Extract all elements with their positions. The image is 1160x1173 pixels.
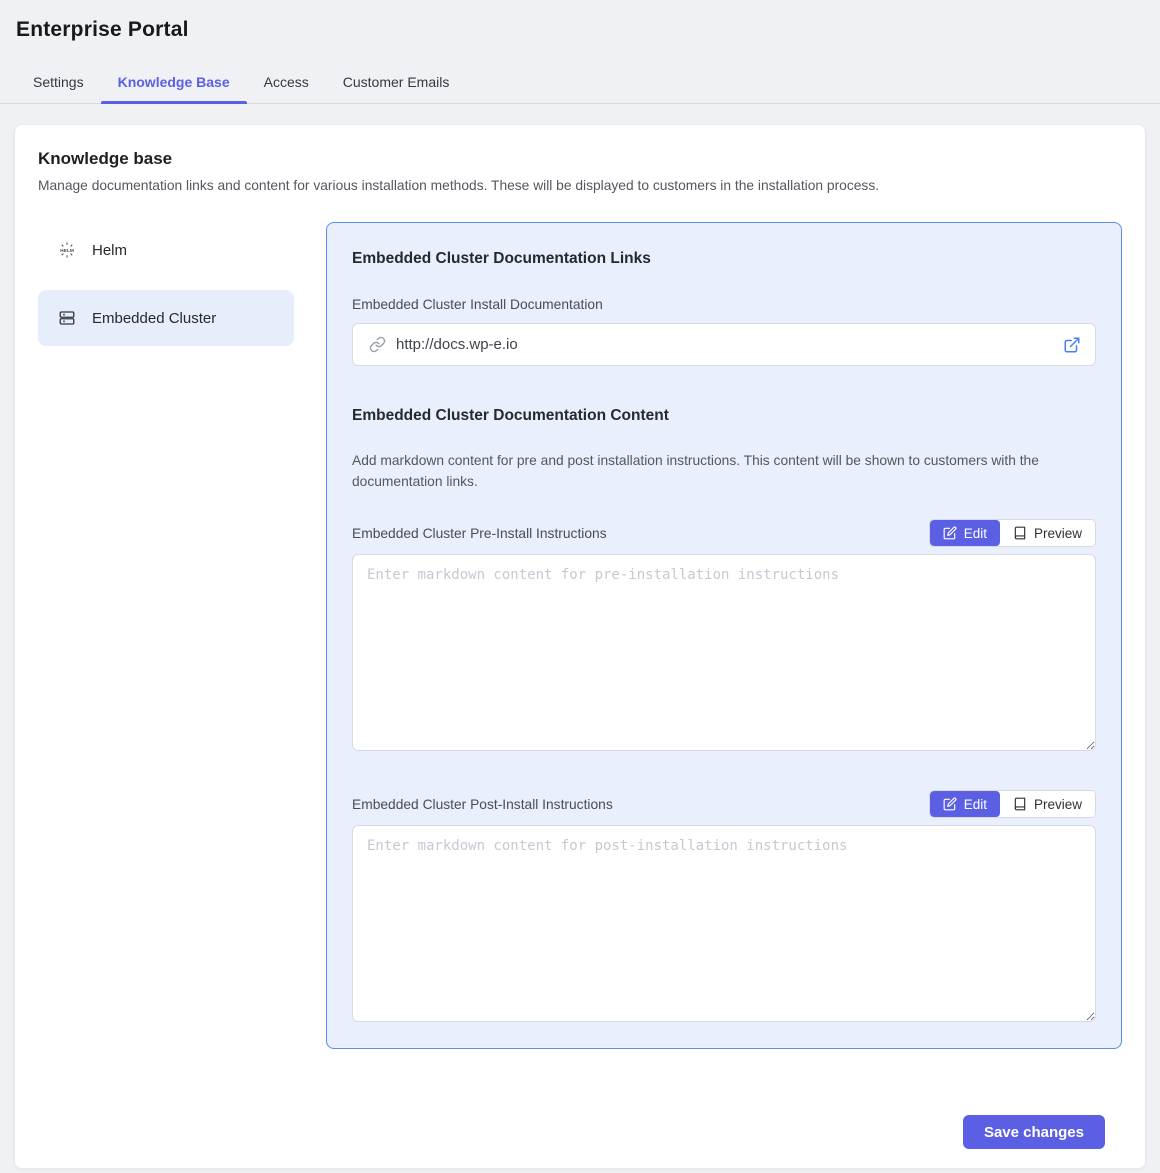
edit-pencil-icon — [943, 797, 957, 811]
pre-install-textarea[interactable] — [352, 554, 1096, 751]
preview-book-icon — [1013, 797, 1027, 811]
server-stack-icon — [58, 309, 76, 327]
nav-item-embedded-cluster[interactable]: Embedded Cluster — [38, 290, 294, 346]
tab-settings[interactable]: Settings — [16, 64, 101, 103]
svg-text:HELM: HELM — [60, 248, 74, 254]
knowledge-base-card: Knowledge base Manage documentation link… — [14, 124, 1146, 1169]
edit-button-label: Edit — [964, 527, 987, 541]
pre-install-label: Embedded Cluster Pre-Install Instruction… — [352, 526, 607, 541]
edit-button-label: Edit — [964, 798, 987, 812]
preview-button-label: Preview — [1034, 527, 1082, 541]
tab-customer-emails[interactable]: Customer Emails — [326, 64, 467, 103]
tab-access[interactable]: Access — [247, 64, 326, 103]
post-install-label: Embedded Cluster Post-Install Instructio… — [352, 797, 613, 812]
pre-install-header: Embedded Cluster Pre-Install Instruction… — [352, 519, 1096, 547]
edit-pencil-icon — [943, 526, 957, 540]
app-header: Enterprise Portal — [0, 0, 1160, 42]
link-icon — [369, 336, 386, 353]
pre-install-preview-button[interactable]: Preview — [1000, 520, 1095, 546]
post-install-edit-button[interactable]: Edit — [930, 791, 1000, 817]
save-row: Save changes — [38, 1115, 1105, 1149]
nav-label-helm: Helm — [92, 242, 127, 259]
pre-install-mode-toggle: Edit Preview — [929, 519, 1096, 547]
install-method-nav: HELM Helm Embedded Cluster — [38, 222, 294, 358]
post-install-header: Embedded Cluster Post-Install Instructio… — [352, 790, 1096, 818]
external-link-icon[interactable] — [1063, 336, 1081, 354]
helm-icon: HELM — [58, 241, 76, 259]
content-section-description: Add markdown content for pre and post in… — [352, 451, 1096, 492]
tab-knowledge-base[interactable]: Knowledge Base — [101, 64, 247, 103]
nav-item-helm[interactable]: HELM Helm — [38, 222, 294, 278]
content-section-title: Embedded Cluster Documentation Content — [352, 407, 1096, 425]
links-section-title: Embedded Cluster Documentation Links — [352, 250, 1096, 268]
install-doc-url-input[interactable] — [396, 336, 1063, 353]
post-install-textarea[interactable] — [352, 825, 1096, 1022]
embedded-cluster-panel: Embedded Cluster Documentation Links Emb… — [326, 222, 1122, 1049]
preview-button-label: Preview — [1034, 798, 1082, 812]
tabbar: Settings Knowledge Base Access Customer … — [0, 64, 1160, 104]
nav-label-embedded-cluster: Embedded Cluster — [92, 310, 216, 327]
section-description: Manage documentation links and content f… — [38, 178, 1122, 193]
pre-install-edit-button[interactable]: Edit — [930, 520, 1000, 546]
install-doc-label: Embedded Cluster Install Documentation — [352, 297, 1096, 312]
kb-layout: HELM Helm Embedded Cluster — [38, 222, 1122, 1049]
post-install-mode-toggle: Edit Preview — [929, 790, 1096, 818]
post-install-preview-button[interactable]: Preview — [1000, 791, 1095, 817]
page-title: Enterprise Portal — [16, 18, 1144, 42]
install-doc-field — [352, 323, 1096, 366]
enterprise-portal-page: Enterprise Portal Settings Knowledge Bas… — [0, 0, 1160, 1173]
save-changes-button[interactable]: Save changes — [963, 1115, 1105, 1149]
preview-book-icon — [1013, 526, 1027, 540]
section-title: Knowledge base — [38, 149, 1122, 169]
